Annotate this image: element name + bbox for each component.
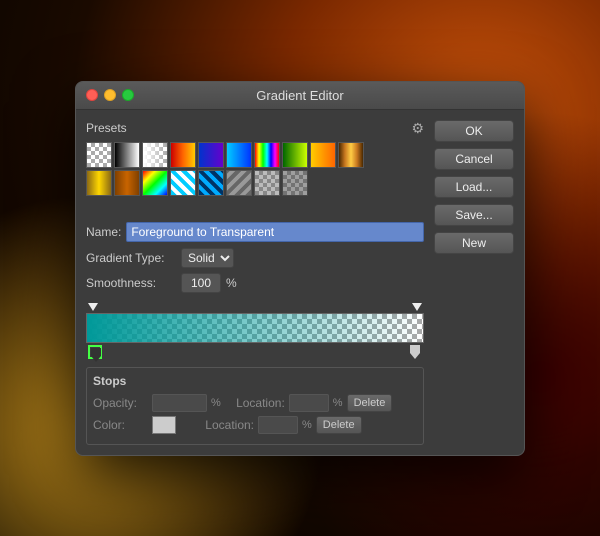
gradient-type-row: Gradient Type: Solid — [86, 248, 424, 268]
delete-color-button[interactable]: Delete — [316, 416, 362, 434]
color-location-unit: % — [302, 419, 312, 431]
color-stop-left-selected[interactable] — [88, 345, 102, 359]
opacity-stop-right[interactable] — [412, 303, 422, 313]
left-panel: Presets ⚙ — [86, 120, 424, 445]
preset-swatch-gold[interactable] — [86, 170, 112, 196]
name-input[interactable] — [126, 222, 424, 242]
presets-label: Presets — [86, 121, 127, 135]
opacity-location-input[interactable] — [289, 394, 329, 412]
right-panel: OK Cancel Load... Save... New — [434, 120, 514, 445]
opacity-stop-left[interactable] — [88, 303, 98, 313]
opacity-stop-row: Opacity: % Location: % Delete — [93, 394, 417, 412]
preset-swatch-checker[interactable] — [254, 170, 280, 196]
close-button[interactable] — [86, 89, 98, 101]
smoothness-unit: % — [226, 276, 237, 290]
opacity-location-unit: % — [333, 397, 343, 409]
gradient-type-select[interactable]: Solid — [181, 248, 234, 268]
dialog-body: Presets ⚙ — [76, 110, 524, 455]
color-location-label: Location: — [194, 418, 254, 432]
color-location-input[interactable] — [258, 416, 298, 434]
name-row: Name: — [86, 222, 424, 242]
presets-section-label: Presets ⚙ — [86, 120, 424, 137]
smoothness-label: Smoothness: — [86, 276, 176, 290]
smoothness-input[interactable] — [181, 273, 221, 293]
preset-swatch-rainbow[interactable] — [254, 142, 280, 168]
preset-swatch-diagonal[interactable] — [226, 170, 252, 196]
ok-button[interactable]: OK — [434, 120, 514, 142]
color-swatch[interactable] — [152, 416, 176, 434]
preset-swatch-blue-purple[interactable] — [198, 142, 224, 168]
color-stop-right[interactable] — [408, 345, 422, 359]
preset-swatch-white-transparent[interactable] — [142, 142, 168, 168]
preset-swatch-rainbow2[interactable] — [142, 170, 168, 196]
top-stops — [86, 299, 424, 313]
preset-swatch-stripes[interactable] — [170, 170, 196, 196]
gradient-editor-dialog: Gradient Editor Presets ⚙ — [75, 81, 525, 456]
new-button[interactable]: New — [434, 232, 514, 254]
presets-row-2 — [86, 170, 424, 196]
stops-title: Stops — [93, 374, 417, 388]
name-label: Name: — [86, 225, 121, 239]
delete-opacity-button[interactable]: Delete — [347, 394, 393, 412]
presets-row-1 — [86, 142, 424, 168]
gear-icon[interactable]: ⚙ — [411, 120, 424, 137]
save-button[interactable]: Save... — [434, 204, 514, 226]
opacity-unit: % — [211, 397, 221, 409]
preset-swatch-black-white[interactable] — [114, 142, 140, 168]
smoothness-row: Smoothness: % — [86, 273, 424, 293]
preset-swatch-green-yellow[interactable] — [282, 142, 308, 168]
opacity-label: Opacity: — [93, 396, 148, 410]
minimize-button[interactable] — [104, 89, 116, 101]
opacity-location-label: Location: — [225, 396, 285, 410]
gradient-type-label: Gradient Type: — [86, 251, 176, 265]
bottom-stops — [86, 345, 424, 361]
dialog-title: Gradient Editor — [256, 88, 343, 103]
gradient-bar[interactable] — [86, 313, 424, 343]
preset-swatch-transparent2[interactable] — [282, 170, 308, 196]
traffic-lights — [86, 89, 134, 101]
preset-swatch-red-orange[interactable] — [170, 142, 196, 168]
titlebar: Gradient Editor — [76, 82, 524, 110]
presets-spacer — [86, 204, 424, 222]
preset-swatch-transparent[interactable] — [86, 142, 112, 168]
maximize-button[interactable] — [122, 89, 134, 101]
preset-swatch-cyan-blue[interactable] — [226, 142, 252, 168]
preset-swatch-bronze[interactable] — [114, 170, 140, 196]
cancel-button[interactable]: Cancel — [434, 148, 514, 170]
color-stop-row: Color: Location: % Delete — [93, 416, 417, 434]
preset-swatch-yellow-orange[interactable] — [310, 142, 336, 168]
preset-swatch-dark-stripes[interactable] — [198, 170, 224, 196]
stops-section: Stops Opacity: % Location: % Delete Colo… — [86, 367, 424, 445]
gradient-bar-container — [86, 299, 424, 361]
opacity-input[interactable] — [152, 394, 207, 412]
load-button[interactable]: Load... — [434, 176, 514, 198]
color-label: Color: — [93, 418, 148, 432]
preset-swatch-copper[interactable] — [338, 142, 364, 168]
